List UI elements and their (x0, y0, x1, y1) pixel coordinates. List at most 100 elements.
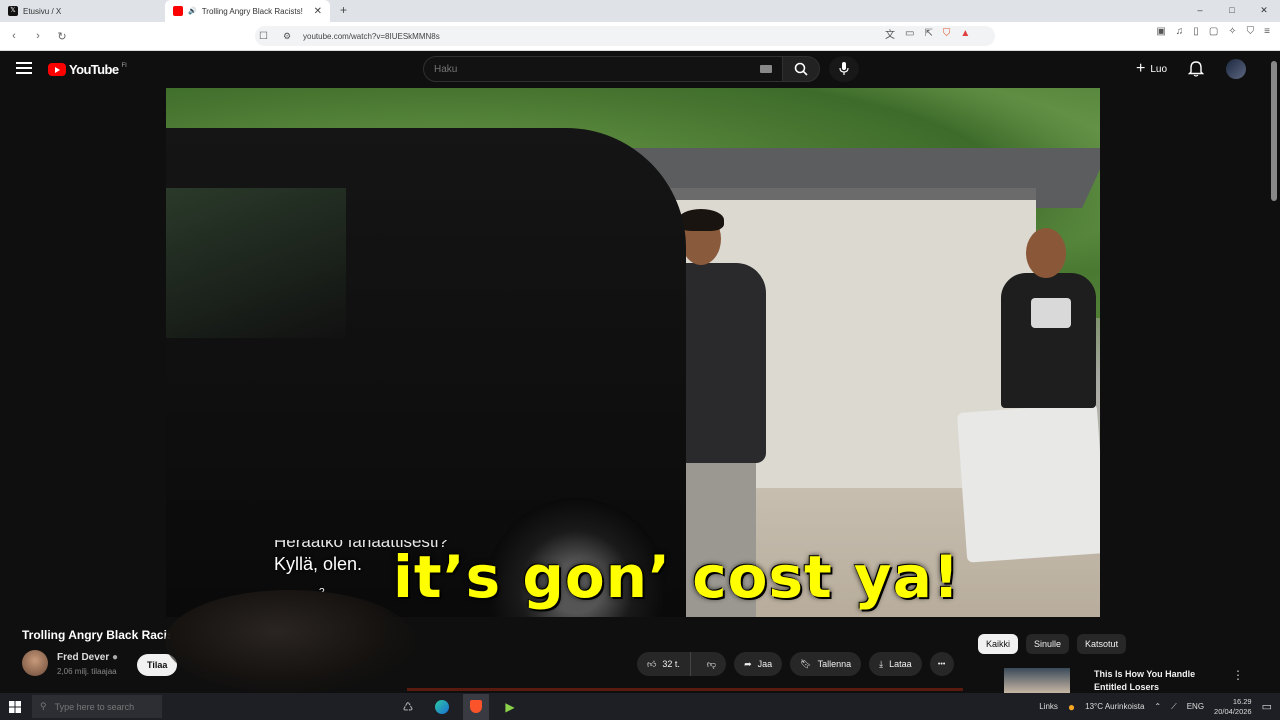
like-dislike-group: 👍︎ 32 t. 👎︎ (637, 652, 727, 676)
url-text: youtube.com/watch?v=8IUESkMMN8s (303, 31, 440, 41)
account-avatar[interactable] (1226, 59, 1246, 79)
tab-label: Trolling Angry Black Racists! (201, 6, 303, 16)
youtube-favicon-icon (173, 6, 183, 16)
search-input[interactable] (434, 63, 734, 75)
search-button[interactable] (782, 56, 820, 82)
search-box (423, 56, 783, 82)
hamburger-menu-icon[interactable] (16, 62, 32, 74)
taskbar-search-placeholder: Type here to search (54, 701, 135, 712)
browser-toolbar: ‹ › ↻ ☐ ⚙ youtube.com/watch?v=8IUESkMMN8… (0, 22, 1280, 51)
recommendation-title[interactable]: This Is How You Handle Entitled Losers (1094, 668, 1224, 694)
verified-icon: ● (112, 652, 119, 663)
channel-name[interactable]: Fred Dever ● (57, 652, 118, 663)
close-tab-icon[interactable]: ✕ (314, 6, 322, 17)
minimize-button[interactable]: – (1184, 0, 1216, 22)
youtube-header: YouTube FI + Luo (0, 51, 1280, 88)
system-tray: Links ● 13°C Aurinkoista ⌃ ⟋ ENG 16.29 2… (1039, 693, 1272, 720)
create-label: Luo (1150, 63, 1168, 75)
sidebar-icon[interactable]: ▯ (1193, 26, 1199, 37)
scrollbar-thumb[interactable] (1271, 61, 1277, 201)
clock-time: 16.29 (1232, 696, 1252, 706)
leo-icon[interactable]: ✧ (1228, 26, 1236, 37)
share-label: Jaa (757, 659, 773, 669)
recommendation-chips: Kaikki Sinulle Katsotut (978, 634, 1127, 654)
close-window-button[interactable]: ✕ (1248, 0, 1280, 22)
recommendation-thumbnail[interactable] (1004, 668, 1070, 693)
video-title: Trolling Angry Black Racists! (22, 628, 189, 642)
site-info-icon[interactable]: ⚙ (283, 31, 291, 42)
like-count: 32 t. (662, 659, 680, 669)
language-indicator[interactable]: ENG (1187, 702, 1204, 711)
more-icon: ••• (937, 660, 946, 668)
tab-label: Etusivu / X (23, 6, 62, 16)
chip-all[interactable]: Kaikki (978, 634, 1019, 654)
dislike-button[interactable]: 👎︎ (697, 652, 726, 676)
translate-icon[interactable]: 文 (885, 26, 895, 41)
chip-for-you[interactable]: Sinulle (1026, 634, 1070, 654)
download-icon: ⤓ (879, 658, 884, 669)
video-player[interactable]: Heräätkö fanaattisesti? Kyllä, olen. ? i… (166, 88, 1100, 617)
thumbs-down-icon: 👎︎ (706, 658, 717, 669)
tab-x[interactable]: 𝕏 Etusivu / X (0, 0, 165, 22)
windows-taskbar: ⚲ Type here to search ♺ ▶ Links ● 13°C A… (0, 693, 1280, 720)
share-button[interactable]: ➦ Jaa (734, 652, 783, 676)
media-icon[interactable]: ♫ (1176, 26, 1184, 37)
chip-watched[interactable]: Katsotut (1077, 634, 1127, 654)
network-icon[interactable]: ⟋ (1171, 702, 1177, 712)
channel-avatar[interactable] (22, 650, 48, 676)
more-actions-button[interactable]: ••• (929, 652, 954, 676)
edge-icon[interactable] (429, 694, 455, 720)
country-code: FI (121, 62, 127, 69)
rewards-icon[interactable]: ▲ (960, 28, 970, 39)
notifications-bell-icon[interactable] (1188, 61, 1204, 77)
page-scrollbar[interactable] (1268, 51, 1280, 693)
menu-icon[interactable]: ≡ (1264, 26, 1270, 37)
voice-search-button[interactable] (829, 56, 859, 82)
video-actions: 👍︎ 32 t. 👎︎ ➦ Jaa 🔖︎ Tallenna ⤓ Lataa ••… (637, 652, 954, 676)
taskbar-apps: ♺ ▶ (395, 693, 523, 720)
search-icon: ⚲ (40, 701, 47, 711)
clock[interactable]: 16.29 20/04/2026 (1214, 697, 1252, 717)
address-bar[interactable]: ☐ ⚙ youtube.com/watch?v=8IUESkMMN8s (255, 26, 995, 46)
youtube-logo[interactable]: YouTube FI (48, 62, 127, 77)
webcam-overlay-person (165, 590, 415, 693)
bookmark-icon[interactable]: ☐ (259, 31, 268, 42)
weather-text[interactable]: 13°C Aurinkoista (1085, 702, 1144, 711)
subscriber-count: 2,06 milj. tilaajaa (57, 667, 117, 676)
start-button[interactable] (0, 700, 30, 713)
new-tab-button[interactable]: + (330, 0, 357, 22)
maximize-button[interactable]: □ (1216, 0, 1248, 22)
forward-icon[interactable]: › (28, 30, 48, 42)
vpn-icon[interactable]: ⛉ (1247, 26, 1255, 37)
recommendation-menu-icon[interactable]: ⋮ (1232, 668, 1244, 682)
notifications-icon[interactable]: ▭ (1262, 700, 1272, 713)
like-button[interactable]: 👍︎ 32 t. (637, 652, 691, 676)
save-button[interactable]: 🔖︎ Tallenna (790, 652, 862, 676)
thumbs-up-icon: 👍︎ (647, 658, 657, 669)
window-controls: – □ ✕ (1184, 0, 1280, 22)
links-toolbar[interactable]: Links (1039, 702, 1058, 711)
wallet-icon[interactable]: ▢ (1209, 26, 1218, 37)
brave-shield-icon[interactable]: ⛉ (943, 28, 951, 39)
subtitle-line: Kyllä, olen. (274, 554, 363, 574)
omnibox-actions: 文 ▭ ⇱ ⛉ ▲ (885, 26, 970, 41)
logo-text: YouTube (69, 62, 119, 77)
reload-icon[interactable]: ↻ (52, 30, 72, 43)
taskbar-search[interactable]: ⚲ Type here to search (32, 695, 162, 718)
recycle-bin-icon[interactable]: ♺ (395, 694, 421, 720)
cast-icon[interactable]: ▭ (905, 28, 914, 39)
share-icon[interactable]: ⇱ (924, 28, 932, 39)
download-button[interactable]: ⤓ Lataa (869, 652, 922, 676)
media-player-icon[interactable]: ▶ (497, 694, 523, 720)
back-icon[interactable]: ‹ (4, 30, 24, 42)
tray-chevron-icon[interactable]: ⌃ (1154, 702, 1161, 711)
create-button[interactable]: + Luo (1128, 57, 1175, 81)
extension-icon[interactable]: ▣ (1156, 26, 1165, 37)
bookmark-icon: 🔖︎ (800, 658, 812, 669)
youtube-play-icon (48, 63, 66, 76)
search-icon (794, 62, 808, 76)
keyboard-icon[interactable] (760, 65, 772, 73)
tab-youtube[interactable]: 🔊 Trolling Angry Black Racists! ✕ (165, 0, 330, 22)
brave-icon[interactable] (463, 693, 489, 720)
extensions-area: ▣ ♫ ▯ ▢ ✧ ⛉ ≡ (1156, 26, 1270, 37)
